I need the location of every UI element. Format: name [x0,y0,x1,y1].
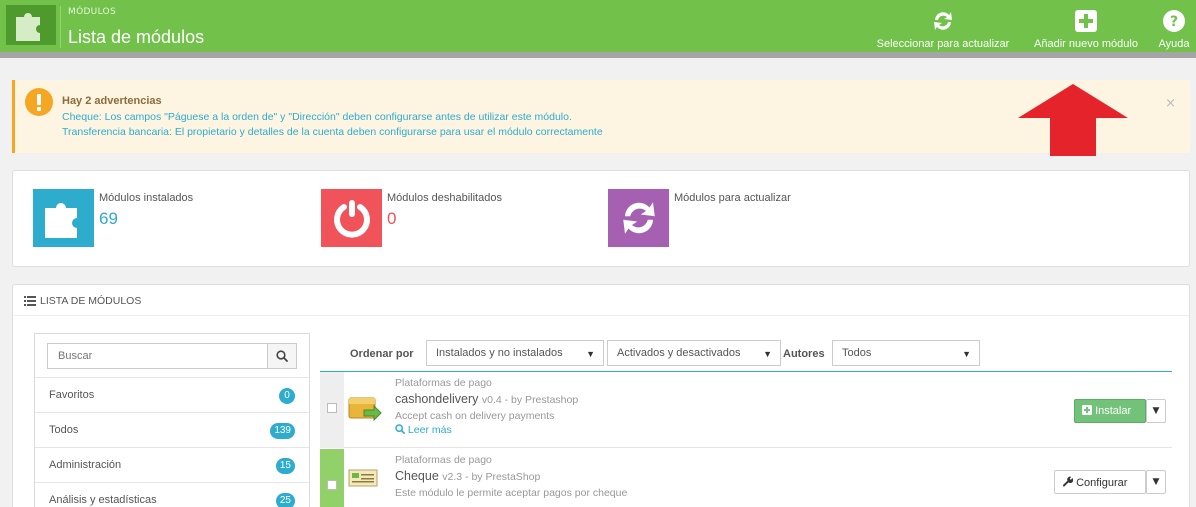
caret-down-icon: ▼ [962,349,971,359]
installed-modules-value: 69 [99,209,118,228]
category-filter: Favoritos 0 Todos 139 Administración 15 … [34,333,310,507]
search-box [47,343,297,369]
warning-title: Hay 2 advertencias [62,95,162,107]
module-name-text: cashondelivery [395,392,479,406]
status-filter-select[interactable]: Activados y desactivados ▼ [607,340,781,366]
install-filter-value: Instalados y no instalados [436,347,563,359]
category-item-administration[interactable]: Administración 15 [35,447,309,482]
module-description: Accept cash on delivery payments [395,410,555,422]
warning-icon [25,88,53,116]
breadcrumb[interactable]: MÓDULOS [68,7,116,17]
module-row-cheque: Plataformas de pago Cheque v2.3 - by Pre… [320,449,1172,507]
search-input[interactable] [48,344,267,368]
upgrade-modules-label: Módulos para actualizar [674,192,791,204]
search-button[interactable] [267,344,296,368]
plus-square-icon [1082,405,1092,415]
category-count-badge: 139 [270,423,295,439]
category-item-favorites[interactable]: Favoritos 0 [35,377,309,412]
authors-filter-value: Todos [842,347,872,359]
cash-delivery-icon [348,397,382,422]
panel-title: Lista de módulos [40,295,142,307]
sort-label: Ordenar por [350,348,414,360]
red-arrow-annotation [1018,84,1128,156]
module-list-panel: Lista de módulos Favoritos 0 Todos 139 A… [12,284,1190,507]
plus-square-icon [1075,10,1097,32]
row-status-bar [320,372,344,448]
warning-alert: Hay 2 advertencias Cheque: Los campos "P… [12,80,1190,153]
category-item-all[interactable]: Todos 139 [35,412,309,447]
warning-line-bankwire[interactable]: Transferencia bancaria: El propietario y… [62,126,603,138]
read-more-link[interactable]: Leer más [395,424,452,436]
disabled-modules-label: Módulos deshabilitados [387,192,502,204]
install-button[interactable]: Instalar [1074,399,1146,423]
caret-down-icon: ▼ [763,349,772,359]
category-count-badge: 0 [279,388,295,404]
category-label: Todos [49,424,79,436]
category-label: Análisis y estadísticas [49,494,157,506]
modules-logo [6,5,56,45]
module-checkbox[interactable] [327,480,337,490]
module-category: Plataformas de pago [395,377,492,389]
module-checkbox[interactable] [327,403,337,413]
module-stats: Módulos instalados 69 Módulos deshabilit… [12,170,1190,267]
install-filter-select[interactable]: Instalados y no instalados ▼ [426,340,604,366]
list-icon [24,296,36,306]
panel-heading: Lista de módulos [13,285,1189,316]
add-module-label: Añadir nuevo módulo [1034,38,1138,50]
configure-button[interactable]: Configurar [1054,470,1146,494]
read-more-label: Leer más [407,424,452,436]
caret-down-icon: ▼ [586,349,595,359]
install-label: Instalar [1095,405,1132,417]
installed-modules-label: Módulos instalados [99,192,194,204]
upgrade-modules-tile [608,189,669,247]
close-icon[interactable]: × [1165,96,1176,111]
status-filter-value: Activados y desactivados [617,347,741,359]
category-count-badge: 15 [275,458,295,474]
install-dropdown-toggle[interactable]: ▼ [1146,399,1166,423]
wrench-icon [1062,476,1074,487]
help-icon: ? [1163,10,1185,32]
warning-line-cheque[interactable]: Cheque: Los campos "Páguese a la orden d… [62,111,572,123]
module-row-cashondelivery: Plataformas de pago cashondelivery v0.4 … [320,372,1172,448]
power-icon [333,200,370,238]
configure-dropdown-toggle[interactable]: ▼ [1146,470,1166,494]
search-icon [276,350,288,362]
category-label: Favoritos [49,389,95,401]
module-list: Plataformas de pago cashondelivery v0.4 … [320,371,1172,507]
row-status-bar [320,449,344,507]
module-name: cashondelivery v0.4 - by Prestashop [395,392,578,406]
check-update-button[interactable]: Seleccionar para actualizar [870,4,1016,52]
help-button[interactable]: ? Ayuda [1152,4,1196,52]
module-description: Este módulo le permite aceptar pagos por… [395,487,628,499]
authors-filter-select[interactable]: Todos ▼ [832,340,980,366]
installed-modules-tile [33,189,94,247]
cheque-icon [348,469,378,487]
refresh-icon [622,202,655,234]
disabled-modules-tile [321,189,382,247]
category-item-analytics[interactable]: Análisis y estadísticas 25 [35,482,309,507]
top-toolbar: MÓDULOS Lista de módulos Seleccionar par… [0,0,1196,58]
module-version: v0.4 - by Prestashop [481,394,579,406]
header-divider [60,6,61,48]
authors-label: Autores [783,348,825,360]
search-icon [395,424,405,434]
module-category: Plataformas de pago [395,454,492,466]
module-version: v2.3 - by PrestaShop [442,471,541,483]
check-update-label: Seleccionar para actualizar [876,38,1010,50]
disabled-modules-value: 0 [387,209,397,228]
page-title: Lista de módulos [68,27,205,47]
help-label: Ayuda [1158,38,1190,50]
configure-label: Configurar [1076,477,1128,489]
refresh-icon [934,12,952,30]
module-name: Cheque v2.3 - by PrestaShop [395,469,540,483]
puzzle-icon [16,13,40,41]
add-module-button[interactable]: Añadir nuevo módulo [1024,4,1148,52]
category-count-badge: 25 [275,493,295,507]
category-label: Administración [49,459,122,471]
puzzle-icon [44,203,77,238]
module-name-text: Cheque [395,469,439,483]
svg-text:?: ? [1170,14,1178,30]
